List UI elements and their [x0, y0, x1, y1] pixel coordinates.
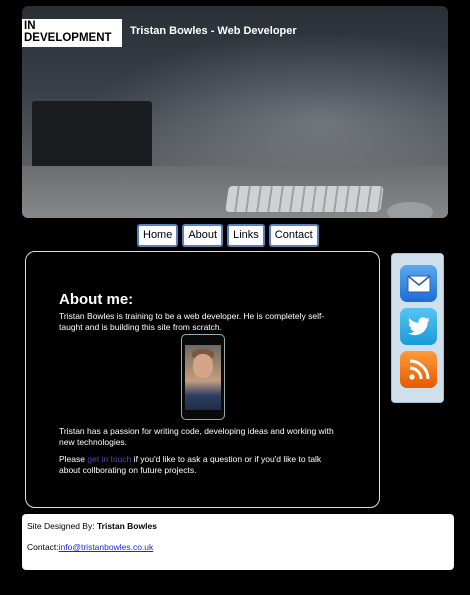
- nav-links[interactable]: Links: [227, 224, 265, 247]
- contact-label: Contact:: [27, 542, 59, 552]
- contact-line: Contact:info@tristanbowles.co.uk: [27, 542, 153, 552]
- email-link[interactable]: info@tristanbowles.co.uk: [59, 542, 154, 552]
- designed-by-line: Site Designed By: Tristan Bowles: [27, 521, 157, 531]
- about-paragraph-3: Please get in touch if you'd like to ask…: [59, 454, 344, 476]
- main-nav: Home About Links Contact: [137, 224, 319, 247]
- mail-icon[interactable]: [400, 265, 437, 302]
- social-panel: [391, 253, 444, 403]
- twitter-icon[interactable]: [400, 308, 437, 345]
- nav-home[interactable]: Home: [137, 224, 179, 247]
- nav-about[interactable]: About: [182, 224, 224, 247]
- nav-contact[interactable]: Contact: [268, 224, 319, 247]
- footer: Site Designed By: Tristan Bowles Contact…: [22, 514, 454, 570]
- get-in-touch-link[interactable]: get in touch: [87, 454, 131, 464]
- designed-by-label: Site Designed By:: [27, 521, 97, 531]
- contact-prompt-before: Please: [59, 454, 88, 464]
- about-paragraph-1: Tristan Bowles is training to be a web d…: [59, 311, 325, 332]
- designer-name: Tristan Bowles: [96, 521, 157, 531]
- profile-photo: [181, 334, 225, 420]
- about-heading: About me:: [59, 291, 134, 308]
- rss-icon[interactable]: [400, 351, 437, 388]
- in-development-badge: IN DEVELOPMENT: [22, 19, 122, 47]
- site-title: Tristan Bowles - Web Developer: [130, 25, 297, 37]
- about-paragraph-2: Tristan has a passion for writing code, …: [59, 426, 334, 447]
